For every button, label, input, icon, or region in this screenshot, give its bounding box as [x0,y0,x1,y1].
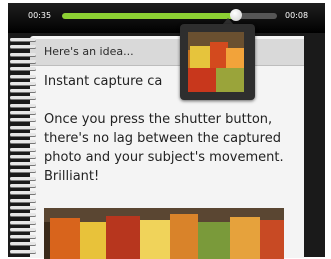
spiral-ring [10,184,36,187]
help-video-screen: 00:35 00:08 Here's an idea... Instant ca… [0,0,331,259]
spiral-ring [10,249,36,253]
spiral-ring [10,89,36,93]
spiral-ring [10,140,36,144]
spiral-ring [10,38,36,41]
seek-bar-progress [62,13,237,19]
seek-bar[interactable] [62,13,277,19]
note-header: Here's an idea... [44,45,134,58]
spiral-ring [10,213,36,217]
spiral-binding-icon [10,38,40,258]
market-photo [44,208,284,259]
spiral-ring [10,96,36,100]
spiral-ring [10,220,36,224]
spiral-ring [10,67,36,71]
spiral-ring [10,205,36,209]
spiral-ring [10,242,36,246]
spiral-ring [10,125,36,129]
note-title: Instant capture ca [44,74,163,89]
elapsed-time: 00:35 [28,11,52,20]
spiral-ring [10,191,36,195]
spiral-ring [10,45,36,49]
spiral-ring [10,176,36,180]
spiral-ring [10,81,36,85]
spiral-ring [10,235,36,239]
spiral-ring [10,52,36,56]
spiral-ring [10,118,36,122]
spiral-ring [10,227,36,231]
spiral-ring [10,162,36,166]
spiral-ring [10,154,36,158]
spiral-ring [10,198,36,202]
remaining-time: 00:08 [285,11,309,20]
spiral-ring [10,59,36,63]
spiral-ring [10,169,36,173]
seek-preview-thumbnail [188,32,244,92]
spiral-ring [10,147,36,151]
spiral-ring [10,74,36,78]
spiral-ring [10,132,36,136]
spiral-ring [10,111,36,114]
spiral-ring [10,103,36,107]
note-body: Once you press the shutter button, there… [44,112,284,184]
